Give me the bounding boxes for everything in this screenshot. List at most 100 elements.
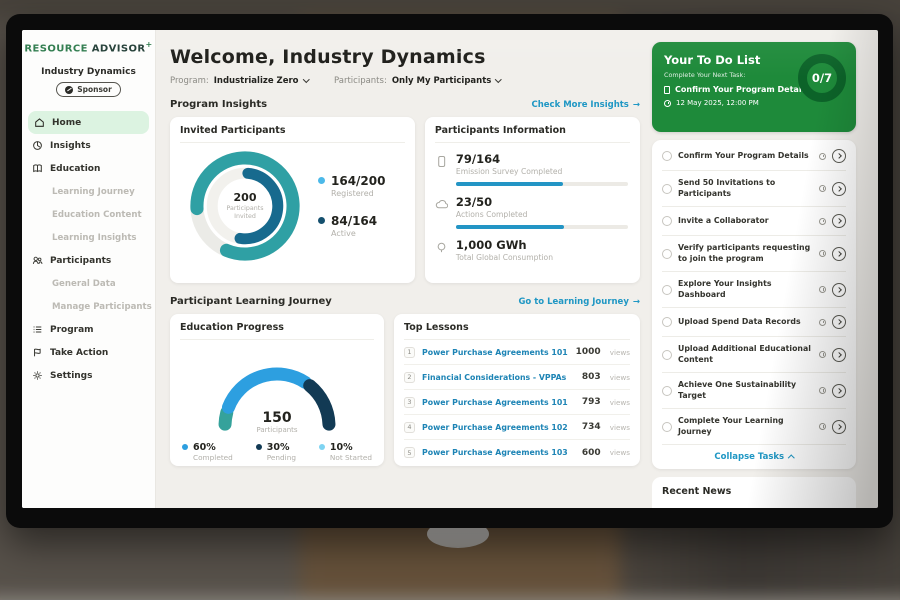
participants-label: Participants: [334,76,387,86]
stat-label: Emission Survey Completed [456,167,628,176]
invited-participants-card: Invited Participants 200 [170,117,415,283]
stat-value: 79/164 [456,152,628,166]
legend-value: 84/164 [331,214,377,228]
task-row: Achieve One Sustainability Target [662,373,846,409]
lesson-rank: 2 [404,372,415,383]
go-to-learning-journey-link[interactable]: Go to Learning Journey → [518,297,640,307]
task-go-button[interactable] [832,214,846,228]
progress-track [456,182,628,186]
card-title: Participants Information [435,125,630,143]
legend-label: Pending [267,453,296,462]
task-label[interactable]: Explore Your Insights Dashboard [678,279,813,300]
task-go-button[interactable] [832,182,846,196]
lesson-link[interactable]: Power Purchase Agreements 101 [422,348,569,357]
legend-label: Active [331,229,377,238]
task-checkbox[interactable] [662,249,672,259]
lesson-link[interactable]: Power Purchase Agreements 103 [422,448,575,457]
sidebar-item-learning-insights[interactable]: Learning Insights [22,226,155,249]
sidebar-item-education[interactable]: Education [22,157,155,180]
task-label[interactable]: Invite a Collaborator [678,216,813,227]
education-progress-gauge-chart: 150 Participants [202,348,352,434]
task-label[interactable]: Upload Additional Educational Content [678,344,813,365]
task-label[interactable]: Verify participants requesting to join t… [678,243,813,264]
right-column: Your To Do List Complete Your Next Task:… [652,30,856,508]
card-title: Top Lessons [404,322,630,340]
logo-brand: RESOURCE [24,43,87,54]
task-label[interactable]: Complete Your Learning Journey [678,416,813,437]
task-go-button[interactable] [832,384,846,398]
todo-counter: 0/7 [812,71,832,85]
task-label[interactable]: Send 50 Invitations to Participants [678,178,813,199]
sidebar-item-manage-participants[interactable]: Manage Participants [22,295,155,318]
sidebar-item-learning-journey[interactable]: Learning Journey [22,180,155,203]
clock-icon [819,387,826,394]
sidebar-item-label: Learning Journey [52,187,135,197]
task-go-button[interactable] [832,247,846,261]
sidebar-item-program[interactable]: Program [22,318,155,341]
sidebar-item-participants[interactable]: Participants [22,249,155,272]
chevron-down-icon [303,76,309,82]
sidebar-item-home[interactable]: Home [28,111,149,134]
sidebar-item-insights[interactable]: Insights [22,134,155,157]
legend-dot-active [318,217,325,224]
task-checkbox[interactable] [662,184,672,194]
clock-icon [819,250,826,257]
lesson-link[interactable]: Power Purchase Agreements 102 [422,423,575,432]
task-row: Verify participants requesting to join t… [662,236,846,272]
task-checkbox[interactable] [662,422,672,432]
insights-icon [32,140,43,151]
task-checkbox[interactable] [662,317,672,327]
task-go-button[interactable] [832,283,846,297]
sidebar-item-take-action[interactable]: Take Action [22,341,155,364]
task-row: Confirm Your Program Details [662,142,846,171]
task-go-button[interactable] [832,315,846,329]
lesson-row: 2 Financial Considerations - VPPAs 803 v… [404,365,630,390]
legend-value: 10% [330,442,372,453]
link-label: Go to Learning Journey [518,297,628,307]
page-title: Welcome, Industry Dynamics [170,46,640,68]
stat-total-consumption: 1,000 GWh Total Global Consumption [435,238,630,262]
task-checkbox[interactable] [662,350,672,360]
lesson-link[interactable]: Power Purchase Agreements 101 [422,398,575,407]
task-checkbox[interactable] [662,386,672,396]
top-lessons-card: Top Lessons 1 Power Purchase Agreements … [394,314,640,466]
lesson-link[interactable]: Financial Considerations - VPPAs [422,373,575,382]
gear-icon [32,370,43,381]
tasks-card: Confirm Your Program Details Send 50 Inv… [652,140,856,469]
monitor-bezel: RESOURCE ADVISOR+ Industry Dynamics Spon… [6,14,893,528]
lesson-row: 5 Power Purchase Agreements 103 600 view… [404,440,630,465]
task-checkbox[interactable] [662,151,672,161]
participants-dropdown[interactable]: Participants: Only My Participants [334,76,501,86]
progress-track [456,225,628,229]
task-go-button[interactable] [832,149,846,163]
task-label[interactable]: Achieve One Sustainability Target [678,380,813,401]
app-logo: RESOURCE ADVISOR+ [22,40,155,54]
program-dropdown[interactable]: Program: Industrialize Zero [170,76,308,86]
task-label[interactable]: Confirm Your Program Details [678,151,813,162]
task-label[interactable]: Upload Spend Data Records [678,317,813,328]
sidebar-item-education-content[interactable]: Education Content [22,203,155,226]
lesson-views-suffix: views [610,373,630,382]
participants-information-card: Participants Information 79/164 Emission… [425,117,640,283]
collapse-tasks-link[interactable]: Collapse Tasks [662,452,846,462]
logo-product: ADVISOR [92,43,146,54]
stat-value: 23/50 [456,195,628,209]
lesson-views-suffix: views [610,398,630,407]
task-row: Upload Spend Data Records [662,308,846,337]
bulb-icon [435,241,448,254]
donut-center-value: 200 [234,191,257,204]
legend-not-started: 10% Not Started [319,442,372,462]
legend-value: 30% [267,442,296,453]
legend-value: 60% [193,442,233,453]
task-go-button[interactable] [832,420,846,434]
sidebar-item-general-data[interactable]: General Data [22,272,155,295]
arrow-right-icon: → [633,297,640,307]
task-checkbox[interactable] [662,285,672,295]
task-go-button[interactable] [832,348,846,362]
task-checkbox[interactable] [662,216,672,226]
lesson-rank: 1 [404,347,415,358]
dashboard-screen: RESOURCE ADVISOR+ Industry Dynamics Spon… [22,30,878,508]
check-more-insights-link[interactable]: Check More Insights → [532,100,641,110]
sidebar-item-settings[interactable]: Settings [22,364,155,387]
sidebar: RESOURCE ADVISOR+ Industry Dynamics Spon… [22,30,156,508]
